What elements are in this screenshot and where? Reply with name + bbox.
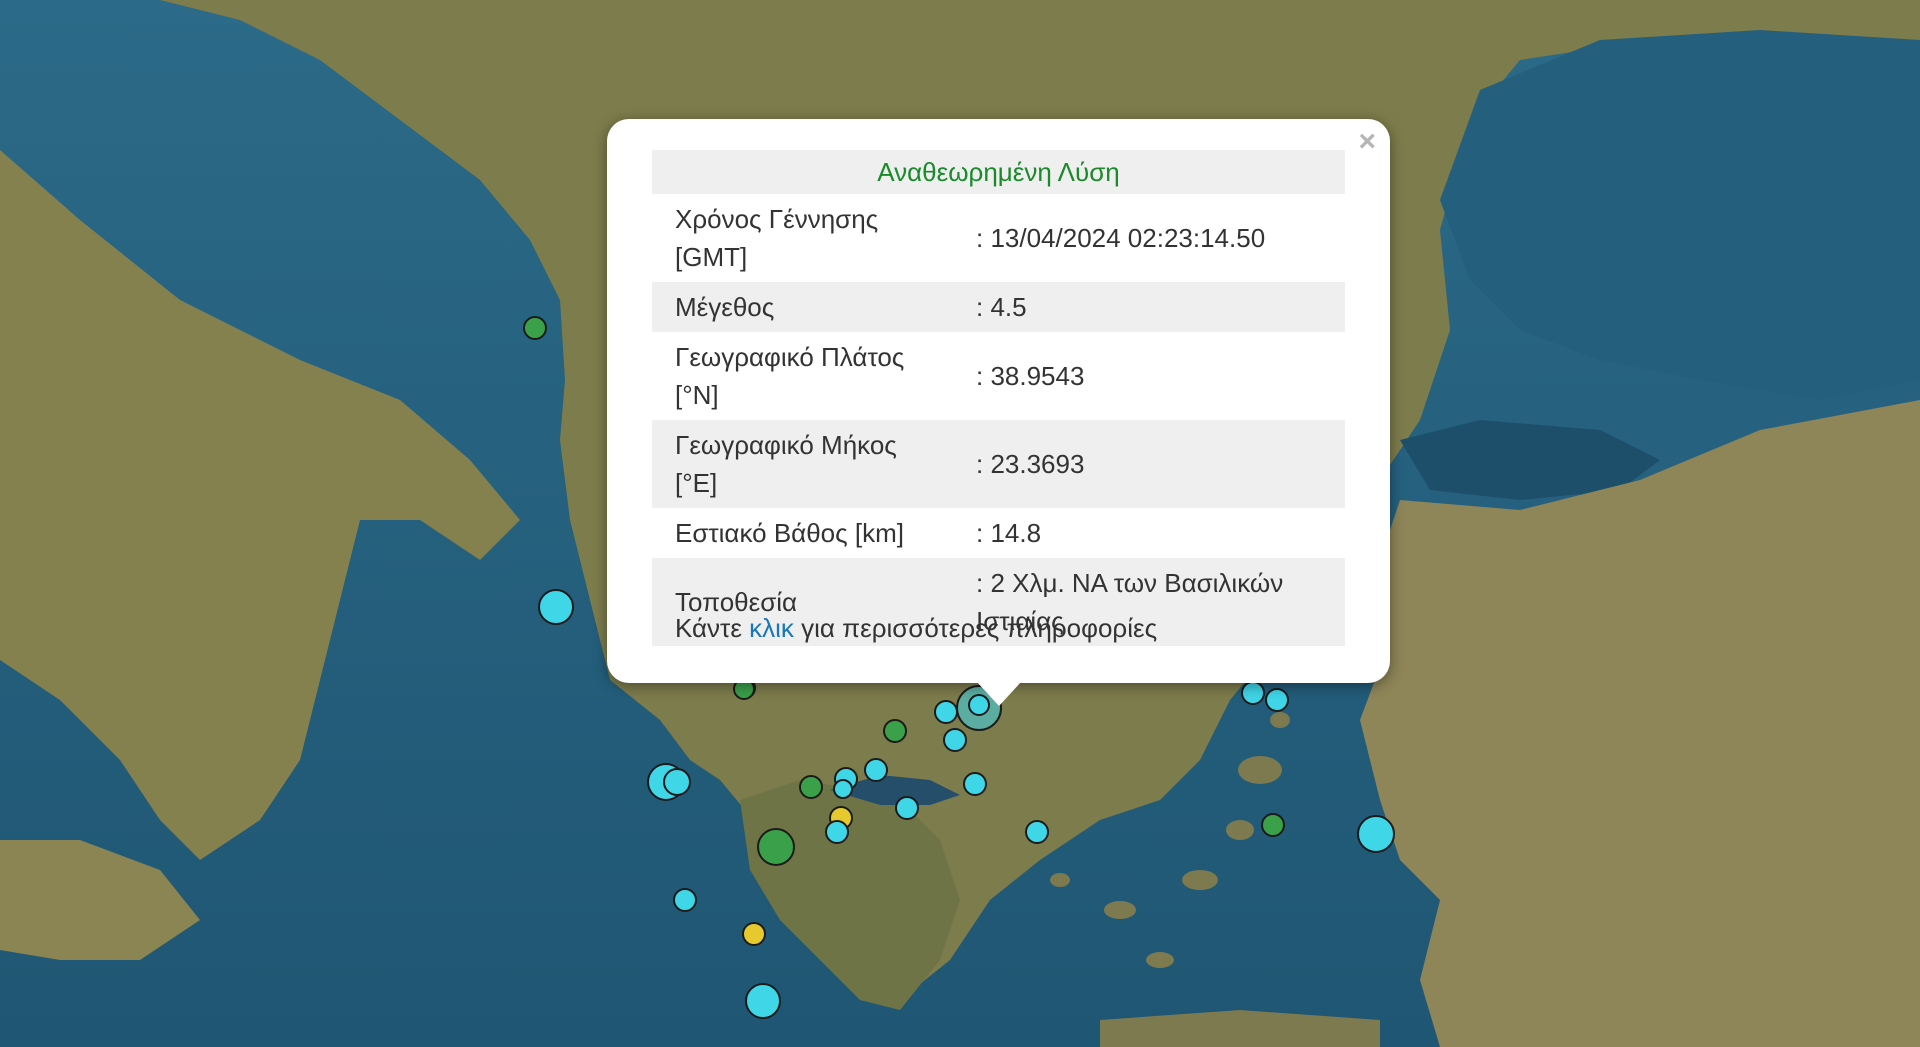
table-row: Γεωγραφικό Μήκος [°E] : 23.3693	[652, 420, 1345, 508]
earthquake-marker[interactable]	[934, 700, 958, 724]
close-icon[interactable]: ×	[1358, 125, 1376, 159]
more-info-text: Κάντε κλικ για περισσότερες πληροφορίες	[675, 613, 1157, 644]
earthquake-marker[interactable]	[673, 888, 697, 912]
popup-tip	[977, 682, 1021, 706]
popup-header-row: Αναθεωρημένη Λύση	[652, 150, 1345, 194]
earthquake-marker[interactable]	[799, 775, 823, 799]
earthquake-marker[interactable]	[943, 728, 967, 752]
popup-title: Αναθεωρημένη Λύση	[652, 150, 1345, 194]
more-info-link[interactable]: κλικ	[749, 613, 794, 643]
table-row: Μέγεθος : 4.5	[652, 282, 1345, 332]
earthquake-marker[interactable]	[538, 589, 574, 625]
earthquake-info-table: Αναθεωρημένη Λύση Χρόνος Γέννησης [GMT] …	[652, 150, 1345, 646]
table-row: Γεωγραφικό Πλάτος [°N] : 38.9543	[652, 332, 1345, 420]
latitude-value: : 38.9543	[976, 361, 1085, 391]
magnitude-value: : 4.5	[953, 282, 1345, 332]
earthquake-marker[interactable]	[895, 796, 919, 820]
depth-label: Εστιακό Βάθος [km]	[675, 518, 904, 548]
earthquake-marker[interactable]	[1357, 815, 1395, 853]
earthquake-marker[interactable]	[742, 922, 766, 946]
earthquake-marker[interactable]	[1025, 820, 1049, 844]
magnitude-label: Μέγεθος	[652, 282, 953, 332]
longitude-label: Γεωγραφικό Μήκος [°E]	[652, 420, 953, 508]
origin-time-value: : 13/04/2024 02:23:14.50	[976, 223, 1266, 253]
earthquake-marker[interactable]	[663, 768, 691, 796]
earthquake-marker[interactable]	[757, 828, 795, 866]
earthquake-marker[interactable]	[833, 779, 853, 799]
origin-time-label: Χρόνος Γέννησης [GMT]	[675, 204, 879, 272]
depth-value: : 14.8	[976, 518, 1042, 548]
earthquake-marker[interactable]	[963, 772, 987, 796]
earthquake-marker[interactable]	[1265, 688, 1289, 712]
earthquake-marker[interactable]	[883, 719, 907, 743]
table-row: Εστιακό Βάθος [km] : 14.8	[652, 508, 1345, 558]
more-info-suffix: για περισσότερες πληροφορίες	[793, 613, 1158, 643]
longitude-value: : 23.3693	[953, 420, 1345, 508]
more-info-prefix: Κάντε	[675, 613, 750, 643]
earthquake-marker[interactable]	[825, 820, 849, 844]
earthquake-marker[interactable]	[523, 316, 547, 340]
earthquake-marker[interactable]	[864, 758, 888, 782]
earthquake-marker[interactable]	[1261, 813, 1285, 837]
earthquake-popup: × Αναθεωρημένη Λύση Χρόνος Γέννησης [GMT…	[607, 119, 1390, 683]
earthquake-marker[interactable]	[745, 983, 781, 1019]
latitude-label: Γεωγραφικό Πλάτος [°N]	[675, 342, 905, 410]
earthquake-marker[interactable]	[1241, 681, 1265, 705]
table-row: Χρόνος Γέννησης [GMT] : 13/04/2024 02:23…	[652, 194, 1345, 282]
